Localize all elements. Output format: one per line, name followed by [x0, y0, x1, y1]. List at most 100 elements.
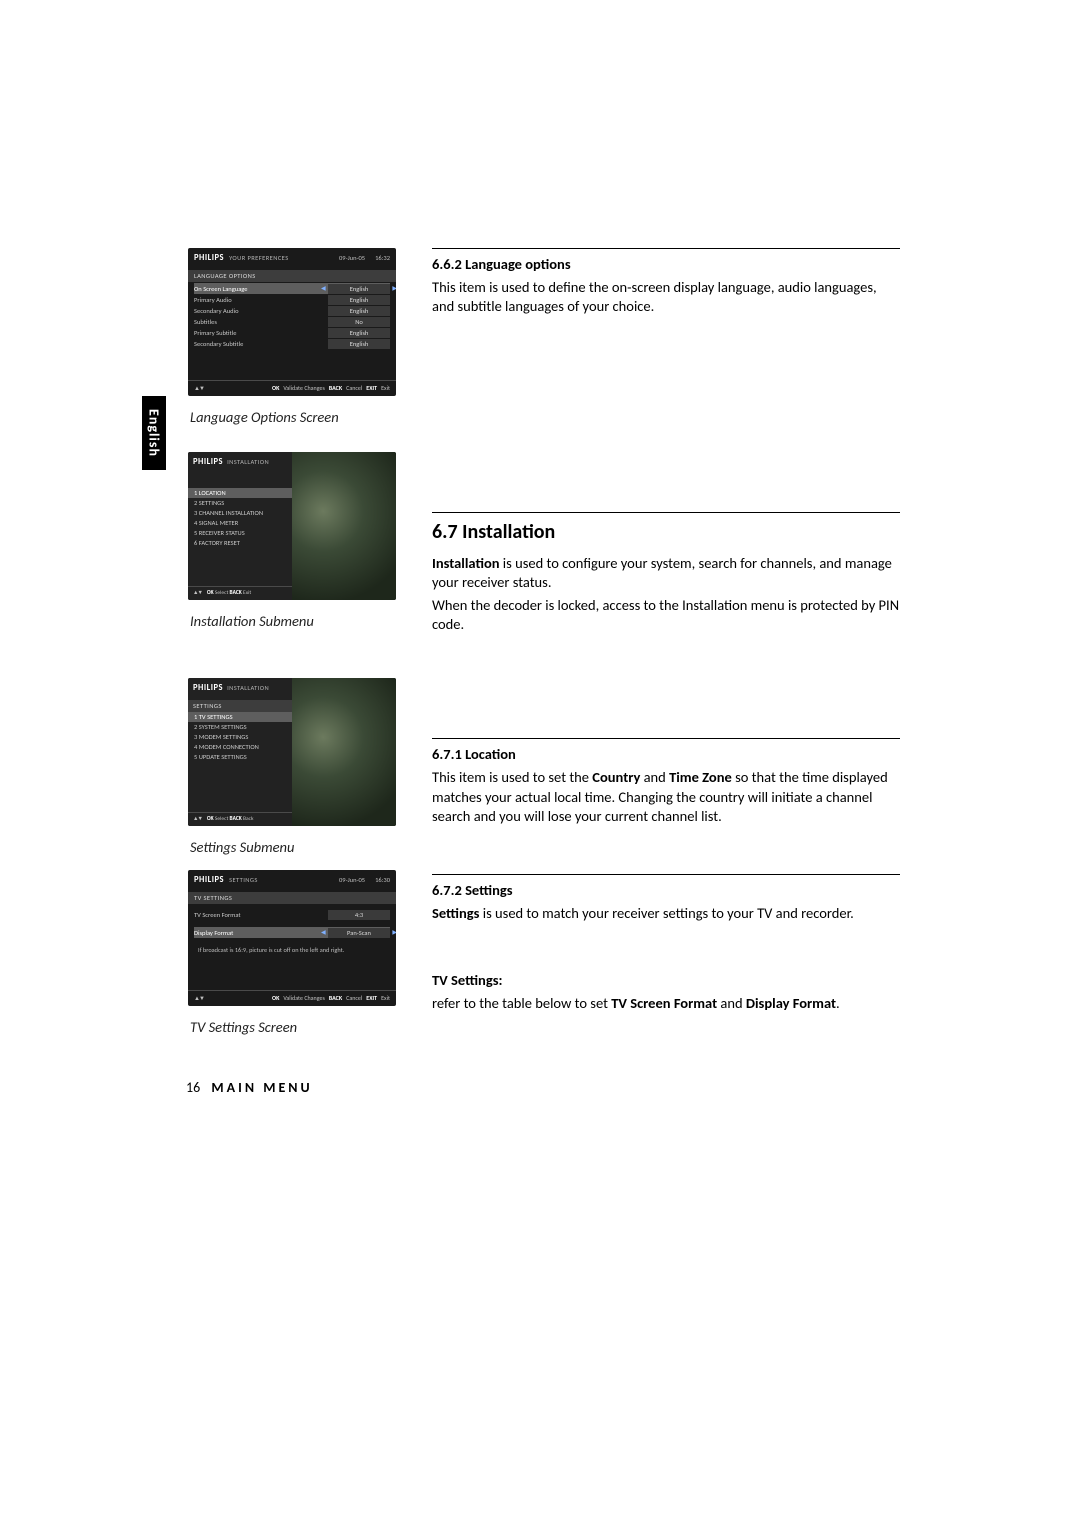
paragraph: refer to the table below to set TV Scree…	[432, 994, 900, 1013]
breadcrumb: INSTALLATION	[227, 684, 269, 692]
option-row[interactable]: Primary SubtitleEnglish	[194, 327, 390, 338]
option-label: On Screen Language	[194, 285, 328, 293]
option-label: Subtitles	[194, 318, 328, 326]
right-arrow-icon[interactable]: ▶	[392, 284, 396, 292]
section-header: SETTINGS	[188, 700, 292, 712]
menu-panel: PHILIPS INSTALLATION 1 LOCATION 2 SETTIN…	[188, 452, 292, 600]
option-row[interactable]: Display Format◀Pan-Scan▶	[194, 927, 390, 938]
installation-submenu-screenshot: PHILIPS INSTALLATION 1 LOCATION 2 SETTIN…	[188, 452, 396, 600]
screenshot-header: PHILIPS INSTALLATION	[188, 452, 292, 474]
option-row[interactable]: SubtitlesNo	[194, 316, 390, 327]
dpad-icon: ▲▼	[193, 816, 202, 822]
heading-tv-settings: TV Settings:	[432, 971, 900, 990]
section-header: LANGUAGE OPTIONS	[188, 270, 396, 282]
back-key: BACK	[230, 816, 242, 822]
tv-preview	[292, 452, 396, 600]
back-key: BACK	[329, 384, 342, 392]
divider	[432, 512, 900, 513]
menu-item[interactable]: 5 RECEIVER STATUS	[188, 528, 292, 538]
option-row[interactable]: On Screen Language◀English▶	[194, 283, 390, 294]
heading-67: 6.7 Installation	[432, 519, 900, 545]
option-row[interactable]: TV Screen Format4:3	[194, 909, 390, 920]
left-arrow-icon[interactable]: ◀	[321, 284, 326, 292]
option-value[interactable]: English	[328, 295, 390, 305]
screenshots-column: PHILIPS YOUR PREFERENCES 09-Jun-05 16:32…	[188, 248, 398, 1062]
two-columns: PHILIPS YOUR PREFERENCES 09-Jun-05 16:32…	[188, 248, 900, 1062]
menu-item[interactable]: 1 LOCATION	[188, 488, 292, 498]
tv-settings-screenshot: PHILIPS SETTINGS 09-Jun-05 16:30 TV SETT…	[188, 870, 396, 1006]
menu-item[interactable]: 6 FACTORY RESET	[188, 538, 292, 548]
option-row[interactable]: Primary AudioEnglish	[194, 294, 390, 305]
ok-key: OK	[272, 994, 279, 1002]
divider	[432, 738, 900, 739]
nav-hints: ▲▼ OKValidate Changes BACKCancel EXITExi…	[188, 990, 396, 1006]
screenshot-caption: Language Options Screen	[190, 408, 398, 426]
section-header: TV SETTINGS	[188, 892, 396, 904]
option-value[interactable]: ◀Pan-Scan▶	[328, 928, 390, 938]
screenshot-header: PHILIPS INSTALLATION	[188, 678, 292, 700]
timestamp: 09-Jun-05 16:32	[339, 254, 390, 262]
nav-hints: ▲▼ OKValidate Changes BACKCancel EXITExi…	[188, 380, 396, 396]
menu-item[interactable]: 4 SIGNAL METER	[188, 518, 292, 528]
menu-item[interactable]: 4 MODEM CONNECTION	[188, 742, 292, 752]
brand-label: PHILIPS	[194, 253, 224, 263]
option-value[interactable]: 4:3	[328, 910, 390, 920]
divider	[432, 874, 900, 875]
screenshot-caption: TV Settings Screen	[190, 1018, 398, 1036]
heading-671: 6.7.1 Location	[432, 745, 900, 764]
ok-key: OK	[207, 590, 214, 596]
paragraph: Installation is used to configure your s…	[432, 554, 900, 592]
timestamp: 09-Jun-05 16:30	[339, 876, 390, 884]
hint-note: If broadcast is 16:9, picture is cut off…	[188, 938, 396, 958]
option-value[interactable]: No	[328, 317, 390, 327]
option-row[interactable]: Secondary AudioEnglish	[194, 305, 390, 316]
option-value[interactable]: ◀English▶	[328, 284, 390, 294]
menu-item[interactable]: 2 SETTINGS	[188, 498, 292, 508]
option-label: Primary Audio	[194, 296, 328, 304]
screenshot-caption: Settings Submenu	[190, 838, 398, 856]
option-value[interactable]: English	[328, 339, 390, 349]
exit-key: EXIT	[366, 994, 377, 1002]
paragraph: Settings is used to match your receiver …	[432, 904, 900, 923]
option-label: Secondary Audio	[194, 307, 328, 315]
breadcrumb: INSTALLATION	[227, 458, 269, 466]
right-arrow-icon[interactable]: ▶	[392, 928, 396, 936]
nav-hints: ▲▼ OK Select BACK Exit	[188, 586, 292, 600]
option-label: TV Screen Format	[194, 911, 328, 919]
tv-preview	[292, 678, 396, 826]
divider	[432, 248, 900, 249]
screenshot-header: PHILIPS SETTINGS 09-Jun-05 16:30	[188, 870, 396, 892]
dpad-icon: ▲▼	[193, 590, 202, 596]
page-number: 16	[186, 1079, 200, 1096]
option-value[interactable]: English	[328, 306, 390, 316]
breadcrumb: YOUR PREFERENCES	[229, 254, 289, 262]
menu-item[interactable]: 3 MODEM SETTINGS	[188, 732, 292, 742]
back-key: BACK	[329, 994, 342, 1002]
menu-panel: PHILIPS INSTALLATION SETTINGS 1 TV SETTI…	[188, 678, 292, 826]
option-label: Display Format	[194, 929, 328, 937]
paragraph: When the decoder is locked, access to th…	[432, 596, 900, 634]
heading-672: 6.7.2 Settings	[432, 881, 900, 900]
nav-hints: ▲▼ OK Select BACK Back	[188, 812, 292, 826]
date-label: 09-Jun-05	[339, 254, 365, 262]
footer-title: MAIN MENU	[211, 1079, 312, 1096]
brand-label: PHILIPS	[193, 683, 223, 693]
options-list: On Screen Language◀English▶ Primary Audi…	[188, 282, 396, 349]
screenshot-caption: Installation Submenu	[190, 612, 398, 630]
time-label: 16:32	[375, 254, 390, 262]
brand-label: PHILIPS	[194, 875, 224, 885]
date-label: 09-Jun-05	[339, 876, 365, 884]
menu-item[interactable]: 5 UPDATE SETTINGS	[188, 752, 292, 762]
option-value[interactable]: English	[328, 328, 390, 338]
language-tab: English	[142, 396, 166, 470]
dpad-icon: ▲▼	[194, 384, 204, 392]
option-row[interactable]: Secondary SubtitleEnglish	[194, 338, 390, 349]
menu-item[interactable]: 3 CHANNEL INSTALLATION	[188, 508, 292, 518]
brand-label: PHILIPS	[193, 457, 223, 467]
heading-662: 6.6.2 Language options	[432, 255, 900, 274]
screenshot-header: PHILIPS YOUR PREFERENCES 09-Jun-05 16:32	[188, 248, 396, 270]
ok-key: OK	[207, 816, 214, 822]
menu-item[interactable]: 1 TV SETTINGS	[188, 712, 292, 722]
left-arrow-icon[interactable]: ◀	[321, 928, 326, 936]
menu-item[interactable]: 2 SYSTEM SETTINGS	[188, 722, 292, 732]
